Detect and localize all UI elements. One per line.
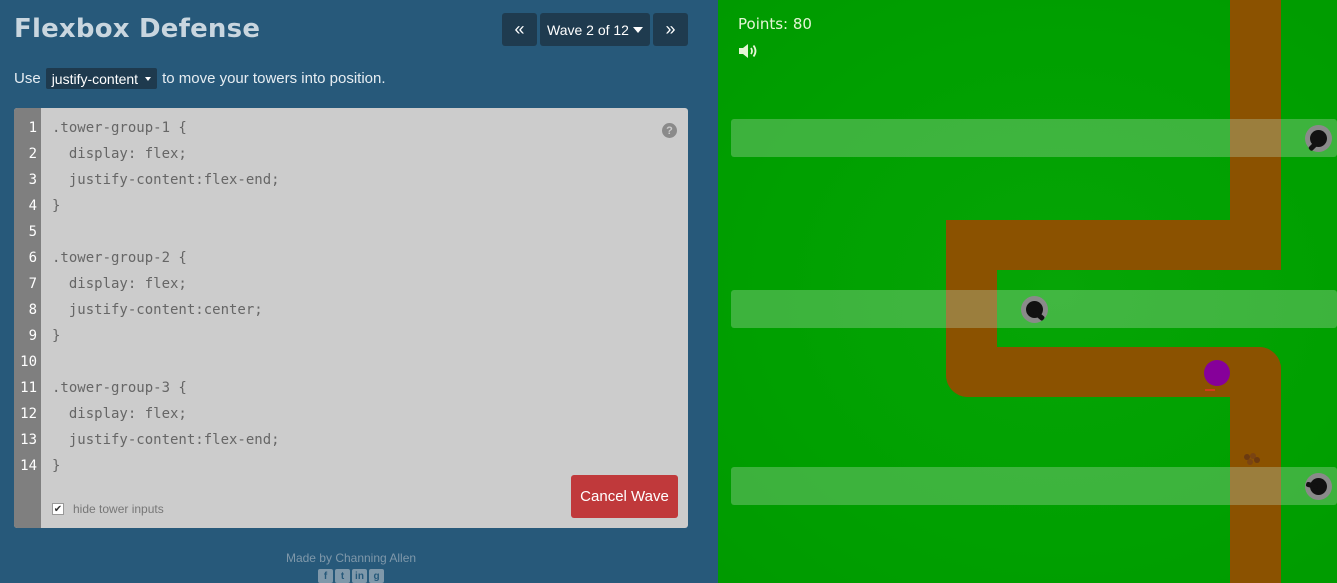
instructions-prefix: Use	[14, 70, 41, 87]
hide-inputs-label: hide tower inputs	[73, 502, 164, 516]
facebook-icon[interactable]: f	[318, 569, 333, 583]
line-number: 1	[28, 120, 37, 136]
line-number: 5	[28, 224, 37, 240]
line-number: 7	[28, 276, 37, 292]
defeated-enemy-debris	[1244, 453, 1260, 465]
code-line[interactable]: .tower-group-3 {	[52, 380, 187, 396]
code-line[interactable]: justify-content:center;	[52, 302, 263, 318]
next-wave-button[interactable]: »	[653, 13, 688, 46]
help-icon[interactable]: ?	[662, 123, 677, 138]
code-line[interactable]: display: flex;	[52, 406, 187, 422]
code-line[interactable]: display: flex;	[52, 276, 187, 292]
tower[interactable]	[1305, 125, 1332, 152]
hide-inputs-toggle[interactable]: ✔ hide tower inputs	[52, 502, 164, 516]
twitter-icon[interactable]: t	[335, 569, 350, 583]
previous-wave-button[interactable]: «	[502, 13, 537, 46]
line-number: 2	[28, 146, 37, 162]
double-chevron-right-icon: »	[665, 19, 676, 39]
code-line[interactable]: .tower-group-1 {	[52, 120, 187, 136]
caret-down-icon	[145, 76, 152, 81]
double-chevron-left-icon: «	[514, 19, 525, 39]
code-line[interactable]: }	[52, 198, 60, 214]
line-number-gutter: 1 2 3 4 5 6 7 8 9 10 11 12 13 14	[14, 108, 41, 528]
credit-text: Made by Channing Allen	[285, 551, 417, 565]
tower-group-2	[731, 290, 1337, 328]
css-editor[interactable]: 1 2 3 4 5 6 7 8 9 10 11 12 13 14 .tower-group-1 { dis…	[14, 108, 688, 528]
hide-inputs-checkbox[interactable]: ✔	[52, 503, 64, 515]
line-number: 12	[20, 406, 37, 422]
enemy	[1204, 360, 1230, 386]
code-line[interactable]: justify-content:flex-end;	[52, 432, 280, 448]
page-title: Flexbox Defense	[14, 14, 261, 44]
code-line[interactable]: }	[52, 458, 60, 474]
linkedin-icon[interactable]: in	[352, 569, 367, 583]
enemy-health-bar	[1205, 389, 1215, 391]
tower-barrel	[1032, 309, 1046, 322]
points-counter: Points: 80	[738, 15, 812, 33]
tower-barrel	[1305, 481, 1319, 490]
line-number: 8	[28, 302, 37, 318]
line-number: 3	[28, 172, 37, 188]
tower[interactable]	[1305, 473, 1332, 500]
github-icon[interactable]: g	[369, 569, 384, 583]
code-line[interactable]: .tower-group-2 {	[52, 250, 187, 266]
tower-group-3	[731, 467, 1337, 505]
tower-barrel	[1307, 139, 1321, 152]
game-board: Points: 80	[718, 0, 1337, 583]
speaker-icon[interactable]	[738, 42, 760, 60]
code-line[interactable]: display: flex;	[52, 146, 187, 162]
code-line[interactable]: }	[52, 328, 60, 344]
line-number: 13	[20, 432, 37, 448]
instructions: Use justify-content to move your towers …	[14, 68, 386, 89]
line-number: 11	[20, 380, 37, 396]
line-number: 14	[20, 458, 37, 474]
cancel-wave-button[interactable]: Cancel Wave	[571, 475, 678, 518]
wave-selector[interactable]: Wave 2 of 12	[540, 13, 650, 46]
property-select-value: justify-content	[51, 70, 139, 87]
social-links: f t in g	[318, 569, 384, 583]
tower-group-1	[731, 119, 1337, 157]
line-number: 9	[28, 328, 37, 344]
line-number: 10	[20, 354, 37, 370]
instructions-suffix: to move your towers into position.	[162, 70, 386, 87]
property-select[interactable]: justify-content	[45, 68, 158, 89]
wave-label: Wave 2 of 12	[547, 21, 629, 38]
line-number: 4	[28, 198, 37, 214]
caret-down-icon	[632, 26, 643, 33]
editor-panel: Flexbox Defense « Wave 2 of 12 » Use jus…	[0, 0, 718, 583]
code-line[interactable]: justify-content:flex-end;	[52, 172, 280, 188]
line-number: 6	[28, 250, 37, 266]
tower[interactable]	[1021, 296, 1048, 323]
